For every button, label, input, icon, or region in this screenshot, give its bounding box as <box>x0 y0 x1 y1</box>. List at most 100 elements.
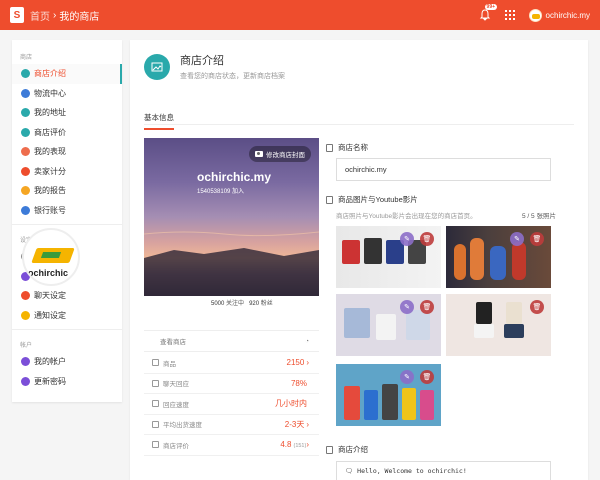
sidebar-item-icon <box>21 376 30 386</box>
sidebar-item-label: 聊天设定 <box>34 291 66 301</box>
page-subtitle: 查看您的商店状态，更新商店档案 <box>180 73 285 80</box>
sidebar-item-icon <box>21 291 30 301</box>
shopee-logo[interactable]: S <box>10 7 24 23</box>
stat-icon <box>152 400 159 408</box>
stat-row: 回应速度 几小时内 <box>144 394 319 415</box>
shop-join-info: 1540538109 加入 <box>197 189 245 195</box>
tab-underline <box>144 124 574 125</box>
sidebar-item-icon <box>21 108 30 118</box>
sidebar-item-icon <box>21 205 30 215</box>
delete-image-icon[interactable]: 🗑 <box>420 232 434 246</box>
stat-row[interactable]: 商品 2150 › <box>144 353 319 374</box>
sidebar-item-icon <box>21 310 30 320</box>
fans-count: 920 <box>249 301 260 307</box>
sidebar-item-shop-6[interactable]: 我的报告 <box>12 181 122 201</box>
media-thumbnail[interactable]: ✎ 🗑 <box>446 226 551 288</box>
sidebar-section-account: 帐户 <box>20 343 33 349</box>
sidebar-item-shop-2[interactable]: 我的地址 <box>12 103 122 123</box>
tab-basic-info[interactable]: 基本信息 <box>144 112 174 130</box>
sidebar-item-label: 更新密码 <box>34 376 66 386</box>
sidebar-item-label: 商店介绍 <box>34 69 66 79</box>
stat-row[interactable]: 平均出货速度 2-3天 › <box>144 415 319 435</box>
user-menu[interactable]: ochirchic.my <box>528 8 590 22</box>
stat-icon <box>152 420 159 428</box>
delete-image-icon[interactable]: 🗑 <box>530 300 544 314</box>
media-subtitle: 商店照片与Youtube影片会出现在您的商店首页。 <box>336 213 477 220</box>
view-shop-button[interactable]: 查看商店 ◔ <box>144 330 319 352</box>
stat-row: 聊天回应 78% <box>144 374 319 394</box>
stat-value: 2-3天 › <box>284 419 309 429</box>
sidebar-item-icon <box>21 69 30 79</box>
sidebar-item-label: 通知设定 <box>34 310 66 320</box>
edit-image-icon[interactable]: ✎ <box>400 232 414 246</box>
image-icon <box>326 195 333 204</box>
stat-value: 78% <box>290 378 307 388</box>
edit-cover-button[interactable]: 修改商店封面 <box>249 146 311 162</box>
media-thumbnail[interactable]: 🗑 <box>446 294 551 356</box>
media-thumbnail[interactable]: ✎ 🗑 <box>336 364 441 426</box>
sidebar-item-icon <box>21 357 30 367</box>
sidebar-item-label: 我的表现 <box>34 147 66 157</box>
sidebar-item-label: 银行账号 <box>34 205 66 215</box>
sidebar-item-icon <box>21 88 30 98</box>
divider <box>12 329 122 330</box>
media-thumbnail[interactable]: ✎ 🗑 <box>336 226 441 288</box>
view-shop-icon: ◔ <box>305 337 309 345</box>
stat-icon <box>152 379 159 387</box>
main-panel: 商店介绍 查看您的商店状态，更新商店档案 基本信息 修改商店封面 ochirch… <box>130 40 588 480</box>
stat-value: 4.8 (151)› <box>280 440 309 450</box>
breadcrumb-home[interactable]: 首页 <box>30 8 50 23</box>
sidebar-item-shop-5[interactable]: 卖家计分 <box>12 162 122 182</box>
sidebar-item-settings-2[interactable]: 聊天设定 <box>12 286 122 306</box>
sidebar-item-icon <box>21 147 30 157</box>
breadcrumb-separator: › <box>53 9 57 21</box>
delete-image-icon[interactable]: 🗑 <box>420 370 434 384</box>
camera-icon <box>255 151 263 157</box>
media-label-text: 商品图片与Youtube影片 <box>338 195 418 204</box>
edit-pencil-icon <box>326 445 333 454</box>
following-count: 5000 <box>211 301 225 307</box>
edit-image-icon[interactable]: ✎ <box>400 370 414 384</box>
sidebar-item-shop-0[interactable]: 商店介绍 <box>12 64 122 84</box>
stat-icon <box>152 359 159 367</box>
sidebar-section-shop: 商店 <box>20 55 33 61</box>
shop-name-label-text: 商店名称 <box>338 143 368 152</box>
delete-image-icon[interactable]: 🗑 <box>530 232 544 246</box>
avatar-logo-text: ochirchic <box>28 268 69 278</box>
edit-image-icon[interactable]: ✎ <box>510 232 524 246</box>
sidebar-item-account-1[interactable]: 更新密码 <box>12 372 122 392</box>
sidebar-item-settings-3[interactable]: 通知设定 <box>12 306 122 326</box>
shop-avatar[interactable]: ochirchic <box>22 228 80 286</box>
sidebar-item-label: 物流中心 <box>34 88 66 98</box>
breadcrumb: 首页 › 我的商店 <box>30 8 99 23</box>
shop-description-textarea[interactable]: 🗨 Hello, Welcome to ochirchic! <box>336 461 551 480</box>
shop-profile-icon <box>144 53 170 80</box>
sidebar-item-label: 卖家计分 <box>34 166 66 176</box>
shop-cover-image: 修改商店封面 <box>144 138 319 296</box>
sidebar-item-shop-1[interactable]: 物流中心 <box>12 84 122 104</box>
divider <box>12 224 122 225</box>
shop-name-input[interactable]: ochirchic.my <box>336 158 551 181</box>
stat-value: 几小时内 <box>275 399 307 409</box>
apps-grid-icon[interactable] <box>504 10 515 20</box>
avatar <box>528 8 542 22</box>
sidebar-item-account-0[interactable]: 我的帐户 <box>12 352 122 372</box>
delete-image-icon[interactable]: 🗑 <box>420 300 434 314</box>
stat-label: 商店评价 <box>163 442 189 450</box>
breadcrumb-current: 我的商店 <box>59 11 100 23</box>
media-thumbnail[interactable]: ✎ 🗑 <box>336 294 441 356</box>
sidebar-item-shop-4[interactable]: 我的表现 <box>12 142 122 162</box>
sidebar-item-icon <box>21 166 30 176</box>
notification-bell-icon[interactable]: 99+ <box>479 4 498 21</box>
stat-label: 回应速度 <box>163 401 189 409</box>
stat-row[interactable]: 商店评价 4.8 (151)› <box>144 435 319 456</box>
edit-image-icon[interactable]: ✎ <box>400 300 414 314</box>
sidebar-item-shop-7[interactable]: 银行账号 <box>12 201 122 221</box>
sidebar-item-shop-3[interactable]: 商店评价 <box>12 123 122 143</box>
stat-label: 聊天回应 <box>163 381 189 389</box>
stat-value: 2150 › <box>286 358 309 368</box>
shop-description-label-text: 商店介绍 <box>338 445 368 454</box>
notification-badge: 99+ <box>484 4 498 10</box>
sidebar-item-label: 我的帐户 <box>34 357 66 367</box>
sidebar-item-label: 商店评价 <box>34 127 66 137</box>
